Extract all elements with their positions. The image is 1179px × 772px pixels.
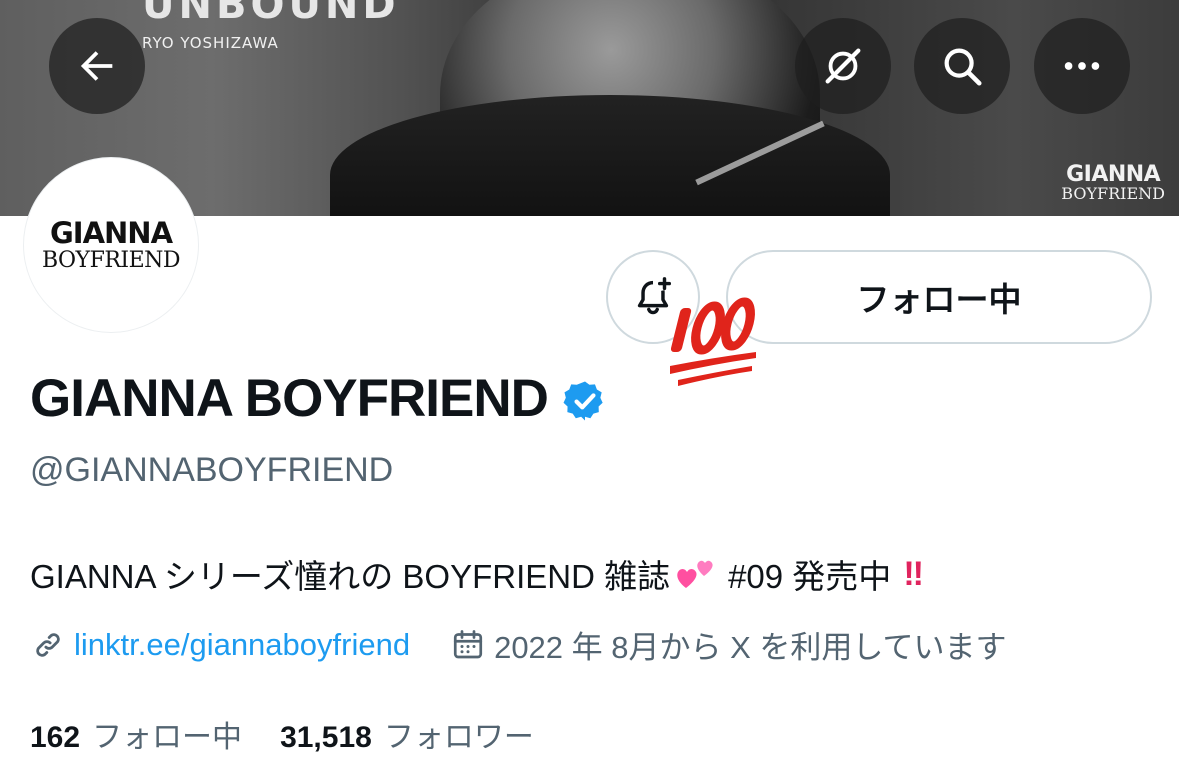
back-button[interactable] — [49, 18, 145, 114]
following-label[interactable]: フォロー中 — [92, 712, 242, 756]
followers-label[interactable]: フォロワー — [384, 712, 534, 756]
bio-text-part1: GIANNA シリーズ憧れの BOYFRIEND 雑誌 — [30, 558, 671, 595]
banner-subtitle: RYO YOSHIZAWA — [142, 34, 279, 52]
profile-meta: linktr.ee/giannaboyfriend 2022 年 8月から X … — [30, 622, 1006, 667]
more-button[interactable] — [1034, 18, 1130, 114]
banner-brand-logo: GIANNA BOYFRIEND — [1061, 164, 1165, 202]
avatar-line1: GIANNA — [49, 215, 173, 250]
profile-stats: 162 フォロー中 31,518 フォロワー — [30, 712, 534, 756]
following-button[interactable]: フォロー中 — [726, 250, 1152, 344]
more-horizontal-icon — [1064, 62, 1100, 70]
profile-website-link[interactable]: linktr.ee/giannaboyfriend — [74, 627, 410, 663]
grok-button[interactable] — [795, 18, 891, 114]
arrow-left-icon — [80, 51, 113, 81]
hundred-points-emoji — [670, 297, 756, 386]
followers-count[interactable]: 31,518 — [280, 721, 372, 755]
double-exclamation-emoji: ‼ — [903, 554, 924, 593]
banner-brand-line1: GIANNA — [1066, 162, 1161, 187]
search-icon — [944, 48, 982, 86]
link-icon — [36, 632, 60, 657]
banner-title: UNBOUND — [142, 0, 400, 28]
profile-handle: @GIANNABOYFRIEND — [30, 451, 394, 489]
profile-banner[interactable]: UNBOUND RYO YOSHIZAWA GIANNA BOYFRIEND — [0, 0, 1179, 216]
verified-badge-icon[interactable] — [562, 378, 608, 424]
search-button[interactable] — [914, 18, 1010, 114]
two-hearts-emoji — [677, 560, 713, 588]
banner-brand-line2: BOYFRIEND — [1061, 184, 1165, 203]
joined-date: 2022 年 8月から X を利用しています — [494, 630, 1007, 665]
grok-icon — [825, 48, 861, 84]
display-name: GIANNA BOYFRIEND — [30, 369, 549, 428]
calendar-icon — [453, 629, 483, 658]
profile-avatar[interactable]: GIANNA BOYFRIEND — [24, 158, 198, 332]
bio-text-part2: #09 発売中 — [728, 558, 892, 595]
profile-name-row: GIANNA BOYFRIEND — [30, 368, 608, 429]
avatar-line2: BOYFRIEND — [41, 247, 181, 273]
following-count[interactable]: 162 — [30, 721, 80, 755]
profile-bio: GIANNA シリーズ憧れの BOYFRIEND 雑誌 #09 発売中 ‼ — [30, 550, 924, 598]
